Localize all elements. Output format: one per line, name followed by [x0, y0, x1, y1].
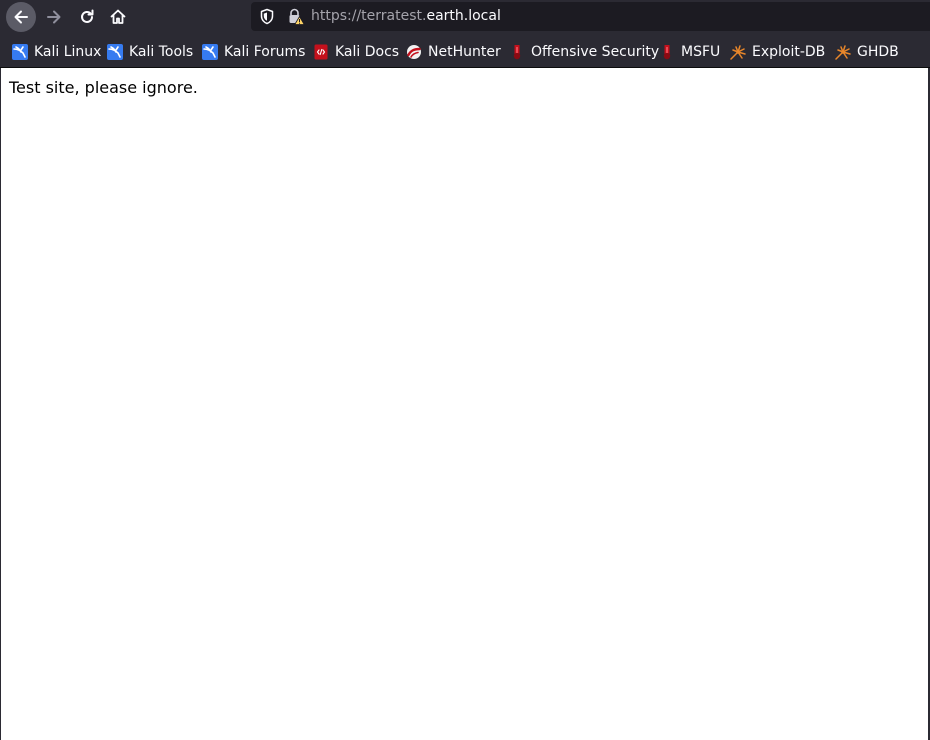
address-bar[interactable]: https://terratest.earth.local [251, 2, 930, 31]
insecure-lock-warning-icon[interactable] [287, 8, 305, 25]
bookmark-kali-docs[interactable]: Kali Docs [313, 42, 399, 62]
url-text[interactable]: https://terratest.earth.local [311, 8, 501, 25]
forward-button[interactable] [39, 2, 69, 32]
exploit-db-spider-icon [730, 45, 746, 60]
page-body-text: Test site, please ignore. [9, 78, 198, 97]
offsec-icon [663, 45, 671, 60]
exploit-db-spider-icon [835, 45, 851, 60]
reload-icon [81, 9, 94, 23]
bookmark-offensive-security[interactable]: Offensive Security [509, 42, 659, 62]
bookmark-label: Kali Forums [224, 44, 306, 60]
navigation-toolbar: https://terratest.earth.local [0, 0, 930, 34]
bookmark-label: NetHunter [428, 44, 501, 60]
back-button[interactable] [6, 2, 36, 32]
bookmark-ghdb[interactable]: GHDB [835, 42, 899, 62]
bookmark-label: Offensive Security [531, 44, 660, 60]
offsec-icon [513, 45, 521, 60]
bookmark-label: Kali Linux [34, 44, 102, 60]
bookmark-kali-forums[interactable]: Kali Forums [202, 42, 305, 62]
bookmark-label: MSFU [681, 44, 721, 60]
bookmark-kali-linux[interactable]: Kali Linux [12, 42, 101, 62]
home-icon [110, 9, 126, 24]
kali-dragon-icon [12, 44, 28, 60]
back-arrow-icon [14, 10, 28, 24]
kali-dragon-icon [202, 44, 218, 60]
kali-dragon-icon [107, 44, 123, 60]
home-button[interactable] [103, 2, 133, 32]
tracking-protection-shield-icon[interactable] [259, 8, 275, 25]
url-prefix: https://terratest. [311, 8, 427, 24]
bookmark-kali-tools[interactable]: Kali Tools [107, 42, 193, 62]
page-content: Test site, please ignore. [1, 68, 928, 740]
nethunter-icon [407, 45, 421, 59]
bookmark-label: Kali Docs [335, 44, 400, 60]
kali-docs-icon [314, 44, 328, 60]
browser-window: https://terratest.earth.local Kali Linux… [0, 0, 930, 740]
bookmark-label: Exploit-DB [752, 44, 826, 60]
url-domain: earth.local [426, 8, 501, 24]
bookmark-nethunter[interactable]: NetHunter [406, 42, 501, 62]
bookmark-label: Kali Tools [129, 44, 194, 60]
bookmark-exploit-db[interactable]: Exploit-DB [730, 42, 825, 62]
bookmark-label: GHDB [857, 44, 899, 60]
forward-arrow-icon [47, 10, 61, 24]
bookmarks-toolbar: Kali Linux Kali Tools Kali Forums Kali D… [0, 34, 930, 68]
bookmark-msfu[interactable]: MSFU [659, 42, 720, 62]
reload-button[interactable] [72, 2, 102, 32]
